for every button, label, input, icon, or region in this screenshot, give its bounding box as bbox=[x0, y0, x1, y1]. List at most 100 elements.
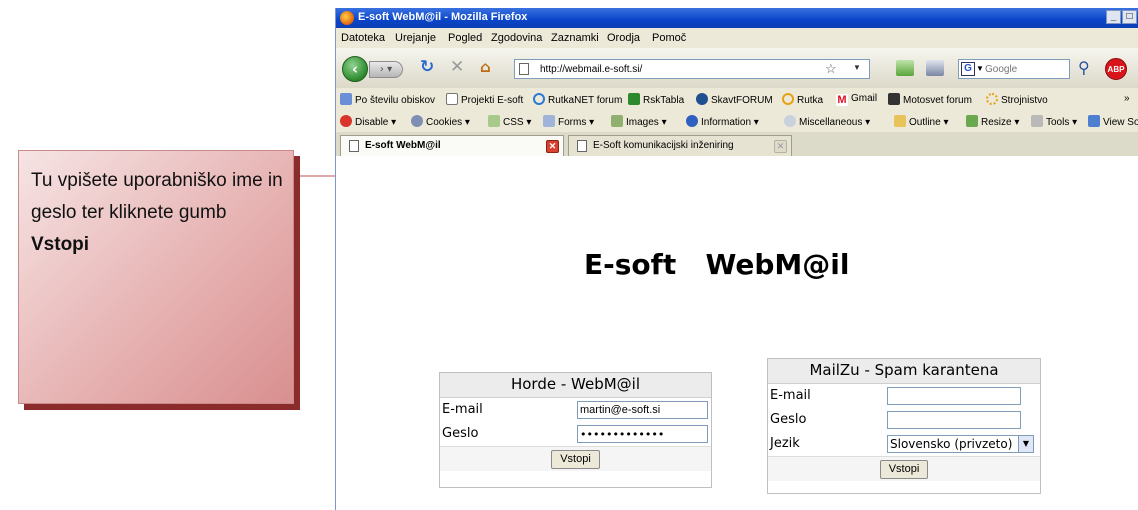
menu-pomoc[interactable]: Pomoč bbox=[652, 32, 686, 44]
menu-orodja[interactable]: Orodja bbox=[607, 32, 640, 44]
mailzu-password-input[interactable] bbox=[887, 411, 1021, 429]
maximize-icon[interactable]: □ bbox=[1122, 10, 1137, 24]
mailzu-password-row: Geslo bbox=[768, 408, 1040, 432]
bookmark-label: Gmail bbox=[851, 93, 878, 104]
search-engine-dropdown-icon[interactable]: ▼ bbox=[976, 64, 984, 73]
dev-images[interactable]: Images ▾ bbox=[611, 115, 667, 128]
dev-tools[interactable]: Tools ▾ bbox=[1031, 115, 1077, 128]
dev-label: Cookies bbox=[426, 117, 463, 128]
language-selected-value: Slovensko (privzeto) bbox=[890, 437, 1013, 451]
bookmark-rutkanet-forum[interactable]: RutkaNET forum bbox=[533, 93, 622, 106]
bookmark-po-stevilu-obiskov[interactable]: Po številu obiskov bbox=[340, 93, 435, 106]
menu-zgodovina[interactable]: Zgodovina bbox=[491, 32, 542, 44]
bookmark-rsktabla[interactable]: RskTabla bbox=[628, 93, 684, 106]
navigation-toolbar: ‹ › ▾ ↻ ✕ ⌂ http://webmail.e-soft.si/ ☆ … bbox=[336, 48, 1138, 89]
firefox-icon bbox=[340, 11, 354, 25]
dev-label: Resize bbox=[981, 117, 1012, 128]
rutka-icon bbox=[533, 93, 545, 105]
bookmark-strojnistvo[interactable]: Strojnistvo bbox=[986, 93, 1048, 106]
forward-button[interactable]: › ▾ bbox=[369, 61, 403, 78]
bookmarks-toolbar: Po številu obiskov Projekti E-soft Rutka… bbox=[336, 88, 1138, 111]
adblock-icon[interactable]: ABP bbox=[1105, 58, 1127, 80]
browser-window: E-soft WebM@il - Mozilla Firefox _ □ Dat… bbox=[335, 8, 1138, 510]
view-source-icon bbox=[1088, 115, 1100, 127]
bookmark-projekti-e-soft[interactable]: Projekti E-soft bbox=[446, 93, 523, 106]
tab-label: E-soft WebM@il bbox=[365, 140, 441, 151]
mailzu-language-label: Jezik bbox=[770, 436, 800, 451]
dev-outline[interactable]: Outline ▾ bbox=[894, 115, 949, 128]
address-bar[interactable]: http://webmail.e-soft.si/ ☆ ▼ bbox=[514, 59, 870, 79]
tab-e-soft-webmail[interactable]: E-soft WebM@il ✕ bbox=[340, 135, 564, 156]
search-input[interactable] bbox=[985, 62, 1067, 76]
dev-information[interactable]: Information ▾ bbox=[686, 115, 759, 128]
horde-login-panel: Horde - WebM@il E-mail Geslo Vstopi bbox=[439, 372, 712, 488]
bookmarks-overflow-icon[interactable]: » bbox=[1124, 93, 1130, 104]
horde-footer: Vstopi bbox=[440, 446, 711, 471]
bookmark-gmail[interactable]: M Gmail bbox=[836, 93, 877, 106]
dev-label: Outline bbox=[909, 117, 941, 128]
dev-label: Information bbox=[701, 117, 752, 128]
back-arrow-icon: ‹ bbox=[351, 60, 359, 78]
tab-e-soft-komunikacijski[interactable]: E-Soft komunikacijski inženiring ✕ bbox=[568, 135, 792, 156]
dev-label: Miscellaneous bbox=[799, 117, 863, 128]
disable-icon bbox=[340, 115, 352, 127]
bookmark-label: RskTabla bbox=[643, 95, 685, 106]
dev-view-source[interactable]: View Sou bbox=[1088, 115, 1138, 128]
mailzu-language-select[interactable]: Slovensko (privzeto) ▼ bbox=[887, 435, 1034, 453]
bookmark-label: Motosvet forum bbox=[903, 95, 972, 106]
menu-datoteka[interactable]: Datoteka bbox=[341, 32, 385, 44]
url-dropdown-icon[interactable]: ▼ bbox=[853, 63, 861, 72]
print-icon[interactable] bbox=[926, 60, 944, 76]
forms-icon bbox=[543, 115, 555, 127]
horde-password-row: Geslo bbox=[440, 422, 711, 446]
info-icon bbox=[686, 115, 698, 127]
reload-icon[interactable]: ↻ bbox=[420, 59, 434, 76]
close-tab-icon[interactable]: ✕ bbox=[774, 140, 787, 153]
close-tab-icon[interactable]: ✕ bbox=[546, 140, 559, 153]
bookmark-label: RutkaNET forum bbox=[548, 95, 623, 106]
forward-arrow-icon: › ▾ bbox=[379, 64, 393, 75]
menu-urejanje[interactable]: Urejanje bbox=[395, 32, 436, 44]
dev-resize[interactable]: Resize ▾ bbox=[966, 115, 1019, 128]
page-icon bbox=[519, 63, 529, 75]
bookmark-skavtforum[interactable]: SkavtFORUM bbox=[696, 93, 773, 106]
chevron-down-icon[interactable]: ▼ bbox=[1018, 436, 1033, 452]
menu-zaznamki[interactable]: Zaznamki bbox=[551, 32, 599, 44]
window-title: E-soft WebM@il - Mozilla Firefox bbox=[358, 11, 528, 23]
cookies-icon bbox=[411, 115, 423, 127]
mailzu-email-label: E-mail bbox=[770, 388, 811, 403]
dev-forms[interactable]: Forms ▾ bbox=[543, 115, 594, 128]
bookmark-label: Projekti E-soft bbox=[461, 95, 524, 106]
skavt-icon bbox=[696, 93, 708, 105]
home-icon[interactable]: ⌂ bbox=[480, 59, 491, 76]
horde-password-input[interactable] bbox=[577, 425, 708, 443]
mailzu-email-input[interactable] bbox=[887, 387, 1021, 405]
mailzu-footer: Vstopi bbox=[768, 456, 1040, 481]
dev-miscellaneous[interactable]: Miscellaneous ▾ bbox=[784, 115, 870, 128]
horde-submit-button[interactable]: Vstopi bbox=[551, 449, 600, 469]
dev-cookies[interactable]: Cookies ▾ bbox=[411, 115, 470, 128]
search-icon[interactable]: ⚲ bbox=[1078, 58, 1090, 77]
dev-label: Tools bbox=[1046, 117, 1070, 128]
bookmark-star-icon[interactable]: ☆ bbox=[825, 61, 837, 77]
back-button[interactable]: ‹ bbox=[342, 56, 368, 82]
bookmark-rutka[interactable]: Rutka bbox=[782, 93, 823, 106]
bookmark-motosvet-forum[interactable]: Motosvet forum bbox=[888, 93, 972, 106]
resize-icon bbox=[966, 115, 978, 127]
mailzu-login-panel: MailZu - Spam karantena E-mail Geslo Jez… bbox=[767, 358, 1041, 494]
mailzu-submit-button[interactable]: Vstopi bbox=[879, 459, 929, 479]
mailzu-heading: MailZu - Spam karantena bbox=[768, 359, 1040, 384]
strojnistvo-icon bbox=[986, 93, 998, 105]
minimize-icon[interactable]: _ bbox=[1106, 10, 1121, 24]
dev-label: Forms bbox=[558, 117, 587, 128]
tab-label: E-Soft komunikacijski inženiring bbox=[593, 140, 734, 151]
dev-disable[interactable]: Disable ▾ bbox=[340, 115, 396, 128]
horde-email-input[interactable] bbox=[577, 401, 708, 419]
add-bookmark-icon[interactable] bbox=[896, 60, 914, 76]
menu-pogled[interactable]: Pogled bbox=[448, 32, 482, 44]
dev-css[interactable]: CSS ▾ bbox=[488, 115, 531, 128]
search-box[interactable]: G ▼ bbox=[958, 59, 1070, 79]
mailzu-email-row: E-mail bbox=[768, 384, 1040, 408]
stop-icon[interactable]: ✕ bbox=[450, 59, 464, 76]
page-icon bbox=[349, 140, 359, 152]
